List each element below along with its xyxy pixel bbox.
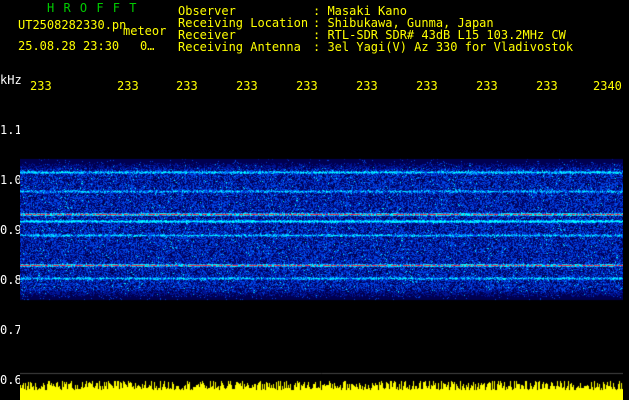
- freq-tick: 1.0: [0, 173, 22, 187]
- freq-tick: 0.7: [0, 323, 22, 337]
- spectrogram-canvas: [20, 95, 623, 400]
- antenna-value: : 3el Yagi(V) Az 330 for Vladivostok: [313, 40, 574, 54]
- time-tick: 233: [356, 79, 378, 93]
- time-tick: 233: [176, 79, 198, 93]
- spectrogram-plot: [20, 95, 623, 400]
- app-title: H R O F F T: [47, 1, 138, 15]
- time-tick: 233: [416, 79, 438, 93]
- time-tick: 233: [536, 79, 558, 93]
- freq-tick: 0.9: [0, 223, 22, 237]
- time-tick: 233: [117, 79, 139, 93]
- frequency-unit: kHz: [0, 73, 22, 87]
- time-tick: 233: [296, 79, 318, 93]
- time-tick: 233: [236, 79, 258, 93]
- time-tick: 2340: [593, 79, 622, 93]
- datetime-label: 25.08.28 23:30: [18, 39, 120, 53]
- freq-tick: 0.8: [0, 273, 22, 287]
- filename-label: UT2508282330.pn: [18, 18, 127, 32]
- freq-tick: 0.6: [0, 373, 22, 387]
- counter-label: 0…: [140, 39, 155, 53]
- frequency-axis: kHz 1.1 1.0 0.9 0.8 0.7 0.6: [0, 60, 22, 400]
- time-tick: 233: [476, 79, 498, 93]
- mode-label: meteor: [123, 24, 167, 38]
- time-tick: 233: [30, 79, 52, 93]
- freq-tick: 1.1: [0, 123, 22, 137]
- antenna-label: Receiving Antenna: [178, 40, 301, 54]
- header-panel: H R O F F T UT2508282330.pn meteor 25.08…: [0, 0, 629, 60]
